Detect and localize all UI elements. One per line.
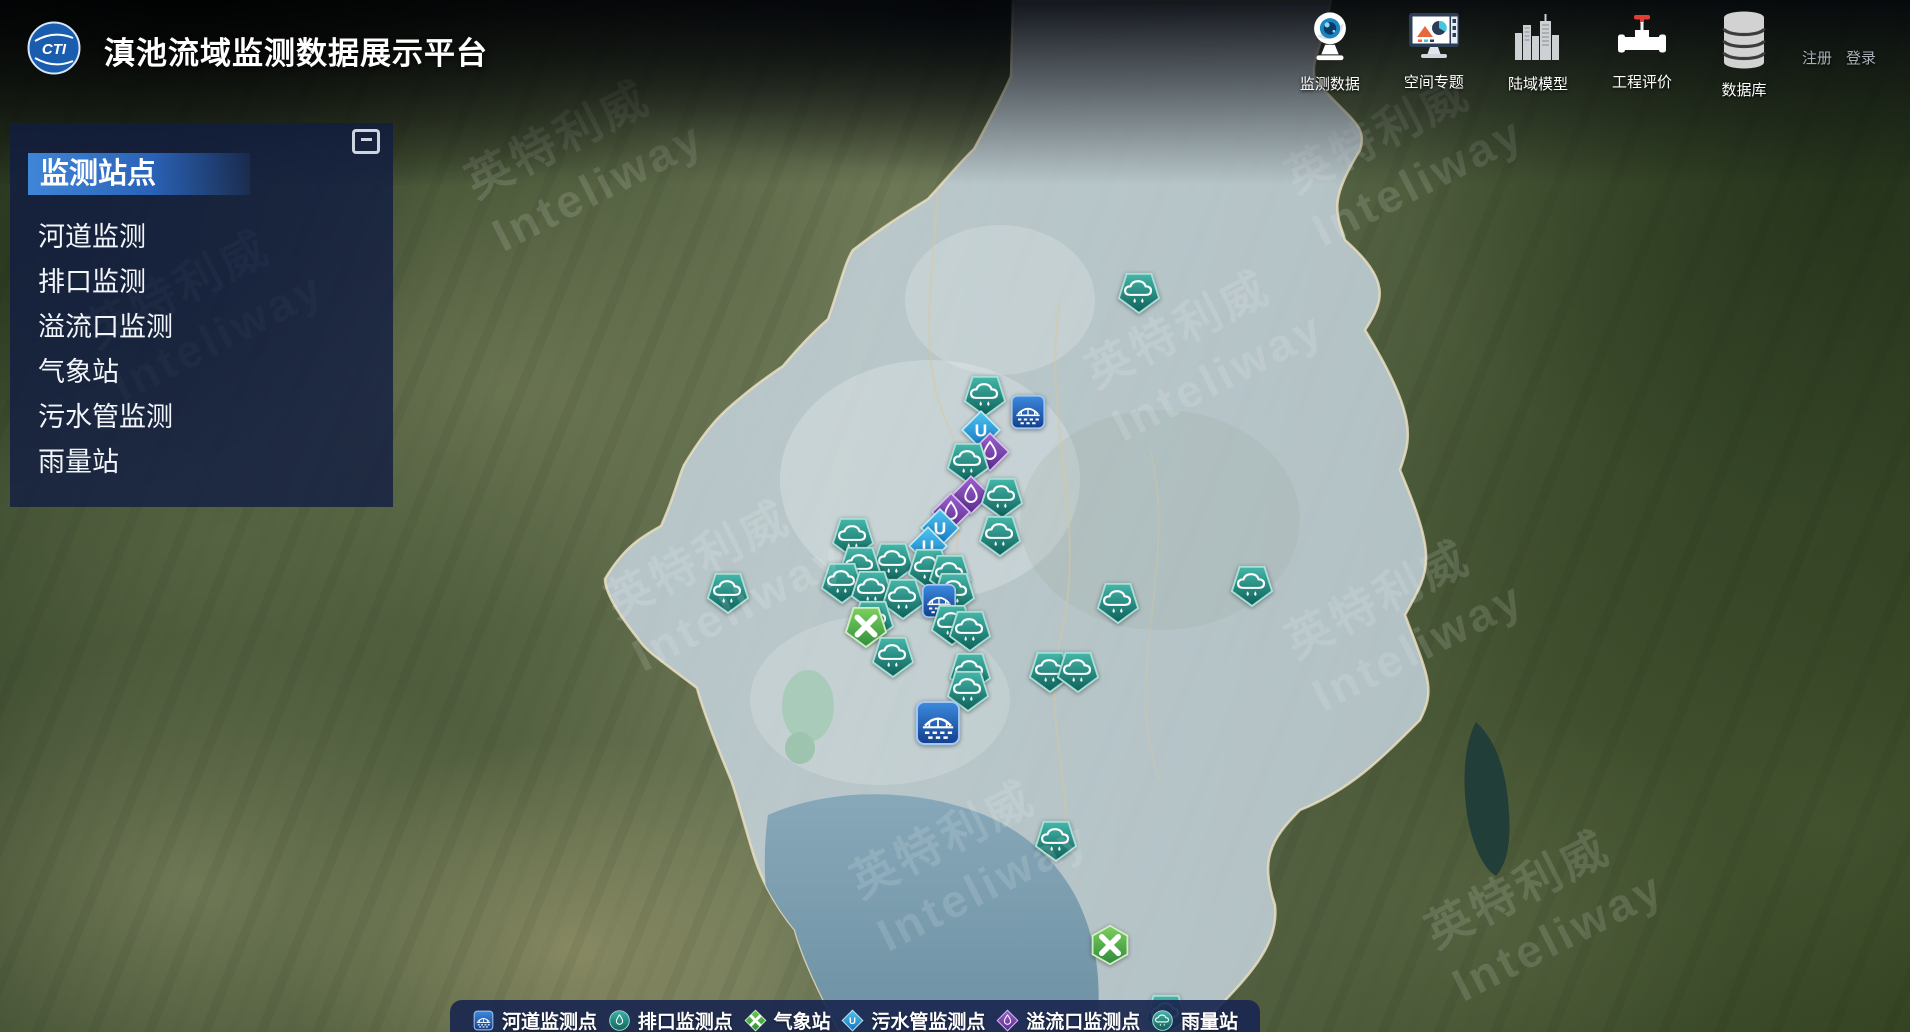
legend-label: 雨量站 xyxy=(1181,1007,1238,1032)
station-panel: 监测站点 河道监测排口监测溢流口监测气象站污水管监测雨量站 xyxy=(10,123,393,507)
bridge-icon xyxy=(912,697,964,749)
cloud-rain-icon xyxy=(977,512,1023,558)
river-monitor-marker[interactable] xyxy=(1008,392,1048,437)
panel-item-rain[interactable]: 雨量站 xyxy=(10,440,393,485)
legend-item-sewage[interactable]: U 污水管监测点 xyxy=(841,1007,985,1032)
rain-gauge-marker[interactable] xyxy=(1033,817,1079,868)
letter-u-icon: U xyxy=(841,1009,864,1032)
panel-item-weather[interactable]: 气象站 xyxy=(10,350,393,395)
legend-item-river[interactable]: 河道监测点 xyxy=(472,1007,597,1032)
cloud-rain-icon xyxy=(1033,817,1079,863)
header-bar: CTI 滇池流域监测数据展示平台 监测数据空间专题陆域模型工程评价数据库 注册 … xyxy=(0,0,1910,100)
panel-item-sewage[interactable]: 污水管监测 xyxy=(10,395,393,440)
droplet-icon xyxy=(996,1009,1019,1032)
panel-list: 河道监测排口监测溢流口监测气象站污水管监测雨量站 xyxy=(10,215,393,485)
rain-gauge-marker[interactable] xyxy=(1055,648,1101,699)
weather-station-marker[interactable] xyxy=(1088,923,1132,972)
river-monitor-marker[interactable] xyxy=(912,697,964,754)
cloud-rain-icon xyxy=(705,569,751,615)
city-buildings-icon xyxy=(1511,9,1565,70)
panel-item-overflow[interactable]: 溢流口监测 xyxy=(10,305,393,350)
nav-item-label: 监测数据 xyxy=(1300,73,1360,94)
nav-item-monitoring-data[interactable]: 监测数据 xyxy=(1300,9,1360,94)
webcam-icon xyxy=(1303,9,1357,70)
database-icon xyxy=(1716,9,1772,76)
legend-label: 气象站 xyxy=(774,1007,831,1032)
cloud-rain-icon xyxy=(1095,579,1141,625)
cloud-rain-icon xyxy=(947,607,993,653)
svg-text:CTI: CTI xyxy=(42,41,67,58)
legend-item-outlet[interactable]: 排口监测点 xyxy=(608,1007,733,1032)
panel-item-outlet[interactable]: 排口监测 xyxy=(10,260,393,305)
nav-item-spatial-topics[interactable]: 空间专题 xyxy=(1404,9,1464,92)
application-window: 英特利威Inteliway英特利威Inteliway英特利威Inteliway英… xyxy=(0,0,1910,1032)
login-link[interactable]: 登录 xyxy=(1846,47,1876,68)
cloud-rain-icon xyxy=(870,633,916,679)
nav-item-land-model[interactable]: 陆域模型 xyxy=(1508,9,1568,94)
legend-label: 河道监测点 xyxy=(502,1007,597,1032)
cross-flags-icon xyxy=(744,1009,767,1032)
nav-item-database[interactable]: 数据库 xyxy=(1716,9,1772,100)
cloud-rain-icon xyxy=(1116,269,1162,315)
legend-label: 溢流口监测点 xyxy=(1026,1007,1140,1032)
cloud-rain-icon xyxy=(1151,1009,1174,1032)
svg-text:U: U xyxy=(849,1016,856,1027)
rain-gauge-marker[interactable] xyxy=(1095,579,1141,630)
legend-label: 污水管监测点 xyxy=(871,1007,985,1032)
cross-flags-icon xyxy=(1088,923,1132,967)
nav-item-label: 工程评价 xyxy=(1612,71,1672,92)
minus-icon xyxy=(361,138,372,141)
droplet-icon xyxy=(608,1009,631,1032)
map-legend: 河道监测点 排口监测点 气象站 U 污水管监测点 溢流口监测点 雨量站 xyxy=(450,1000,1260,1032)
nav-item-label: 数据库 xyxy=(1721,79,1766,100)
panel-title[interactable]: 监测站点 xyxy=(28,153,250,195)
rain-gauge-marker[interactable] xyxy=(1116,269,1162,320)
register-link[interactable]: 注册 xyxy=(1802,47,1832,68)
app-title: 滇池流域监测数据展示平台 xyxy=(104,28,488,73)
monitor-chart-icon xyxy=(1406,9,1462,68)
legend-item-weather_leg[interactable]: 气象站 xyxy=(744,1007,831,1032)
legend-label: 排口监测点 xyxy=(638,1007,733,1032)
collapse-panel-button[interactable] xyxy=(352,129,380,154)
cloud-rain-icon xyxy=(1055,648,1101,694)
rain-gauge-marker[interactable] xyxy=(1229,562,1275,613)
nav-item-label: 空间专题 xyxy=(1404,71,1464,92)
nav-item-project-evaluation[interactable]: 工程评价 xyxy=(1612,9,1672,92)
legend-item-rain_leg[interactable]: 雨量站 xyxy=(1151,1007,1238,1032)
nav-menu: 监测数据 空间专题 陆域模型 工程评价 数据库 xyxy=(1300,1,1802,100)
rain-gauge-marker[interactable] xyxy=(705,569,751,620)
rain-gauge-marker[interactable] xyxy=(870,633,916,684)
rain-gauge-marker[interactable] xyxy=(977,512,1023,563)
cloud-rain-icon xyxy=(1229,562,1275,608)
legend-item-overflow[interactable]: 溢流口监测点 xyxy=(996,1007,1140,1032)
panel-item-river[interactable]: 河道监测 xyxy=(10,215,393,260)
bridge-icon xyxy=(1008,392,1048,432)
pipe-valve-icon xyxy=(1615,9,1669,68)
platform-logo: CTI xyxy=(26,20,82,81)
nav-item-label: 陆域模型 xyxy=(1508,73,1568,94)
bridge-icon xyxy=(472,1009,495,1032)
